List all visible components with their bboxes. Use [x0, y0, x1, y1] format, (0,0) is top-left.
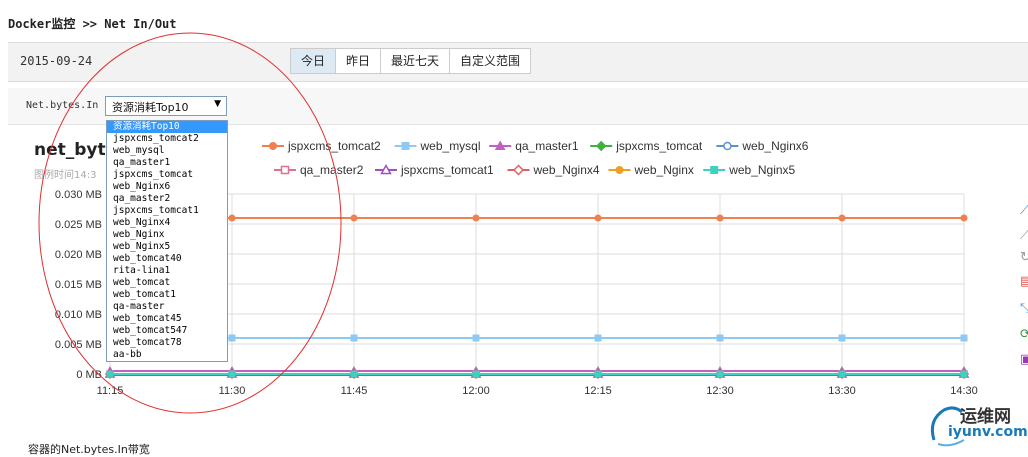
- dropdown-option[interactable]: qa_master2: [107, 193, 227, 205]
- legend-label: web_Nginx5: [728, 163, 795, 177]
- data-point: [594, 214, 602, 222]
- dropdown-option[interactable]: web_tomcat: [107, 277, 227, 289]
- data-point: [228, 334, 236, 342]
- data-point: [716, 334, 724, 342]
- legend-marker: [615, 166, 624, 174]
- legend-label: qa_master1: [515, 139, 579, 153]
- dropdown-option[interactable]: web_Nginx6: [107, 181, 227, 193]
- data-point: [594, 334, 602, 342]
- data-point: [594, 370, 602, 378]
- line-chart-icon[interactable]: ⟋: [1020, 203, 1028, 218]
- y-tick-label: 0.010 MB: [55, 309, 102, 321]
- data-point: [350, 334, 358, 342]
- legend-marker: [401, 142, 410, 150]
- legend-label: qa_master2: [300, 163, 364, 177]
- y-tick-label: 0 MB: [76, 369, 102, 381]
- x-tick-label: 13:30: [828, 385, 856, 397]
- y-tick-label: 0.015 MB: [55, 279, 102, 291]
- data-view-icon[interactable]: ▤: [1020, 274, 1028, 289]
- refresh-icon[interactable]: ⟳: [1020, 327, 1028, 342]
- data-point: [472, 370, 480, 378]
- dropdown-option[interactable]: jspxcms_tomcat: [107, 169, 227, 181]
- x-tick-label: 11:30: [219, 385, 246, 397]
- data-point: [472, 214, 480, 222]
- dropdown-option[interactable]: 资源消耗Top10: [107, 121, 227, 133]
- dropdown-option[interactable]: web_tomcat40: [107, 253, 227, 265]
- dropdown-option[interactable]: jspxcms_tomcat1: [107, 205, 227, 217]
- legend-marker: [723, 141, 732, 151]
- watermark-text-bottom: iyunv.com: [948, 424, 1028, 440]
- data-point: [960, 370, 968, 378]
- data-point: [960, 334, 968, 342]
- data-point: [838, 370, 846, 378]
- legend-marker: [710, 166, 719, 174]
- y-tick-label: 0.020 MB: [55, 249, 102, 261]
- x-tick-label: 12:15: [584, 385, 612, 397]
- save-image-icon[interactable]: ▣: [1020, 352, 1028, 367]
- dropdown-option[interactable]: web_tomcat547: [107, 325, 227, 337]
- data-point: [106, 370, 114, 378]
- data-point: [716, 214, 724, 222]
- data-point: [228, 370, 236, 378]
- legend-label: web_mysql: [420, 139, 481, 153]
- data-point: [960, 214, 968, 222]
- dropdown-option[interactable]: qa-master: [107, 301, 227, 313]
- area-chart-icon[interactable]: ⟋: [1020, 228, 1028, 243]
- dropdown-option[interactable]: web_tomcat1: [107, 289, 227, 301]
- data-point: [716, 370, 724, 378]
- legend-marker: [595, 140, 607, 152]
- legend-label: web_Nginx: [634, 163, 694, 177]
- legend-marker: [269, 142, 277, 150]
- data-point: [350, 370, 358, 378]
- x-tick-label: 11:15: [97, 385, 124, 397]
- watermark-logo: 运维网 iyunv.com: [920, 400, 1028, 449]
- dropdown-option[interactable]: web_Nginx: [107, 229, 227, 241]
- legend-label: jspxcms_tomcat2: [287, 139, 381, 153]
- zoom-icon[interactable]: ⤡: [1020, 301, 1028, 316]
- dropdown-option[interactable]: web_Nginx5: [107, 241, 227, 253]
- x-tick-label: 12:30: [706, 385, 734, 397]
- x-tick-label: 14:30: [950, 385, 978, 397]
- y-tick-label: 0.025 MB: [55, 219, 102, 231]
- dropdown-option[interactable]: web_tomcat78: [107, 337, 227, 349]
- legend-label: jspxcms_tomcat: [615, 139, 703, 153]
- dropdown-option[interactable]: qa_master1: [107, 157, 227, 169]
- dropdown-option[interactable]: web_tomcat45: [107, 313, 227, 325]
- data-point: [228, 214, 236, 222]
- legend-label: jspxcms_tomcat1: [400, 163, 494, 177]
- data-point: [472, 334, 480, 342]
- legend-label: web_Nginx6: [741, 139, 808, 153]
- dropdown-option[interactable]: web_Nginx4: [107, 217, 227, 229]
- data-point: [350, 214, 358, 222]
- x-tick-label: 11:45: [341, 385, 368, 397]
- data-point: [838, 334, 846, 342]
- rotate-icon[interactable]: ↻: [1020, 250, 1028, 265]
- data-point: [838, 214, 846, 222]
- y-tick-label: 0.005 MB: [55, 339, 102, 351]
- legend-marker: [280, 165, 290, 175]
- y-tick-label: 0.030 MB: [55, 189, 102, 201]
- dropdown-option[interactable]: rita-lina1: [107, 265, 227, 277]
- legend-label: web_Nginx4: [533, 163, 600, 177]
- container-dropdown-list: 资源消耗Top10 jspxcms_tomcat2 web_mysql qa_mast…: [106, 120, 228, 362]
- dropdown-option[interactable]: jspxcms_tomcat2: [107, 133, 227, 145]
- legend-marker: [512, 164, 525, 176]
- x-tick-label: 12:00: [462, 385, 490, 397]
- dropdown-option[interactable]: web_mysql: [107, 145, 227, 157]
- dropdown-option[interactable]: aa-bb: [107, 349, 227, 361]
